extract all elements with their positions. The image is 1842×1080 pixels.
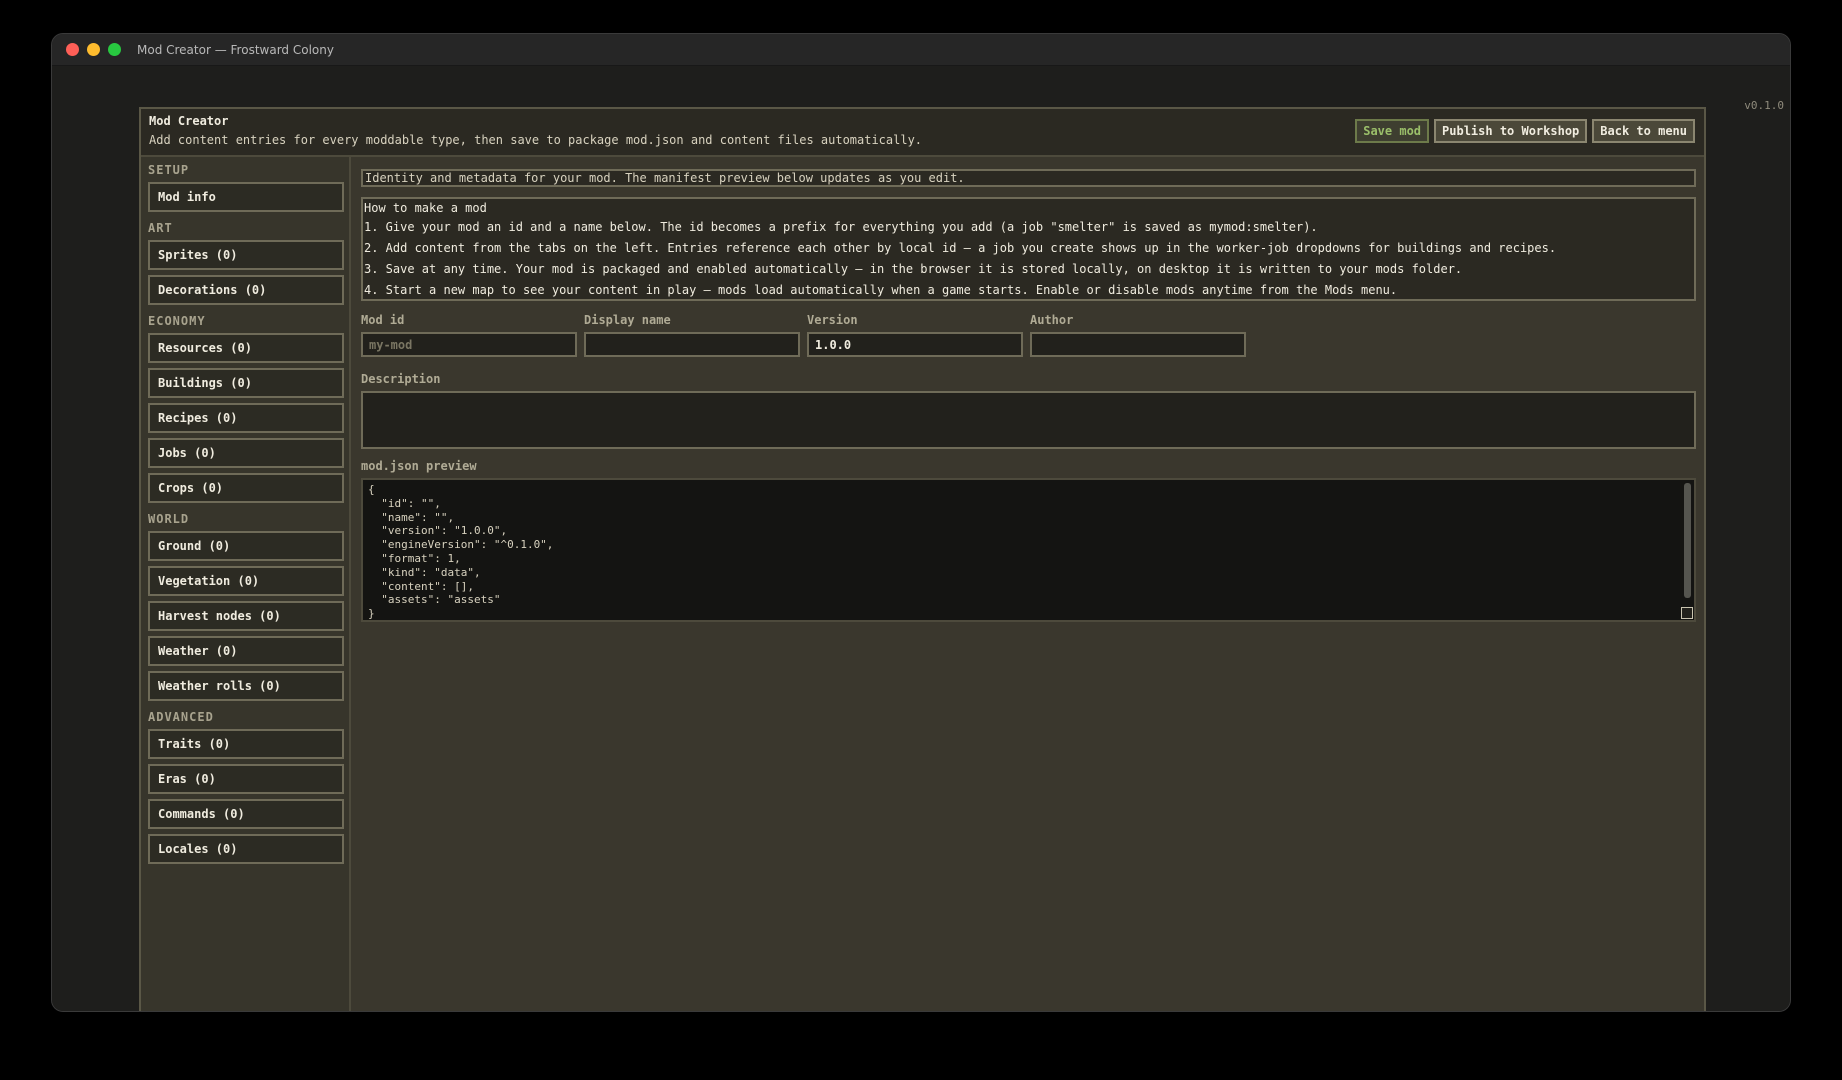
sidebar-item-harvest-nodes[interactable]: Harvest nodes (0) [148, 601, 344, 631]
version-label-text: Version [807, 313, 858, 327]
sidebar: SETUP Mod info ART Sprites (0) Decoratio… [141, 157, 351, 1011]
sidebar-item-recipes[interactable]: Recipes (0) [148, 403, 344, 433]
sidebar-item-locales[interactable]: Locales (0) [148, 834, 344, 864]
author-input[interactable] [1030, 332, 1246, 357]
mod-id-field-group: Mod id [361, 313, 577, 357]
sidebar-item-resources[interactable]: Resources (0) [148, 333, 344, 363]
code-line: "id": "", [368, 496, 441, 510]
code-line: { [368, 483, 375, 496]
save-mod-button[interactable]: Save mod [1355, 119, 1430, 143]
maximize-window-button[interactable] [108, 43, 121, 56]
sidebar-item-weather-rolls[interactable]: Weather rolls (0) [148, 671, 344, 701]
sidebar-item-decorations[interactable]: Decorations (0) [148, 275, 344, 305]
sidebar-group-art: ART [148, 221, 173, 235]
display-name-field-group: Display name [584, 313, 800, 357]
manifest-preview-code: { "id": "", "name": "", "version": "1.0.… [363, 480, 1694, 621]
display-name-label: Display name [584, 313, 671, 327]
sidebar-item-crops[interactable]: Crops (0) [148, 473, 344, 503]
manifest-preview-label: mod.json preview [361, 459, 477, 473]
author-field-group: Author [1030, 313, 1246, 357]
sidebar-item-mod-info[interactable]: Mod info [148, 182, 344, 212]
sidebar-item-traits[interactable]: Traits (0) [148, 729, 344, 759]
code-line: "assets": "assets" [368, 593, 501, 607]
author-label: Author [1030, 313, 1074, 327]
sidebar-group-world: WORLD [148, 512, 190, 526]
window-title: Mod Creator — Frostward Colony [137, 42, 334, 57]
mod-info-form: Identity and metadata for your mod. The … [361, 169, 1696, 622]
how-to-panel: How to make a mod 1. Give your mod an id… [361, 197, 1696, 301]
mod-creator-panel: Mod Creator Add content entries for ever… [139, 107, 1706, 1011]
version-input[interactable] [807, 332, 1023, 357]
code-line: "format": 1, [368, 551, 461, 565]
close-window-button[interactable] [66, 43, 79, 56]
mod-id-label: Mod id [361, 313, 405, 327]
minimize-window-button[interactable] [87, 43, 100, 56]
preview-scrollbar[interactable] [1684, 483, 1691, 598]
code-line: "kind": "data", [368, 565, 481, 579]
metadata-fields: Mod id Display name Version Author [361, 313, 1696, 357]
how-to-step: 2. Add content from the tabs on the left… [364, 241, 1557, 255]
sidebar-item-jobs[interactable]: Jobs (0) [148, 438, 344, 468]
back-to-menu-button[interactable]: Back to menu [1592, 119, 1695, 143]
how-to-step: 1. Give your mod an id and a name below.… [364, 220, 1318, 234]
description-field-group: Description [361, 372, 1696, 449]
code-line: "name": "", [368, 510, 455, 524]
sidebar-item-buildings[interactable]: Buildings (0) [148, 368, 344, 398]
window-content: v0.1.0 Mod Creator Add content entries f… [52, 66, 1790, 1011]
sidebar-item-eras[interactable]: Eras (0) [148, 764, 344, 794]
code-line: "content": [], [368, 579, 474, 593]
how-to-title: How to make a mod [364, 201, 487, 215]
window-controls [66, 43, 121, 56]
code-line: } [368, 607, 375, 621]
display-name-input[interactable] [584, 332, 800, 357]
how-to-step: 4. Start a new map to see your content i… [364, 283, 1398, 297]
description-label: Description [361, 372, 441, 386]
how-to-step: 3. Save at any time. Your mod is package… [364, 262, 1463, 276]
sidebar-item-ground[interactable]: Ground (0) [148, 531, 344, 561]
sidebar-item-sprites[interactable]: Sprites (0) [148, 240, 344, 270]
publish-to-workshop-button[interactable]: Publish to Workshop [1434, 119, 1588, 143]
version-label: v0.1.0 [1744, 99, 1784, 112]
sidebar-item-commands[interactable]: Commands (0) [148, 799, 344, 829]
intro-text: Identity and metadata for your mod. The … [361, 169, 1696, 187]
manifest-preview[interactable]: { "id": "", "name": "", "version": "1.0.… [361, 478, 1696, 622]
sidebar-item-weather[interactable]: Weather (0) [148, 636, 344, 666]
manifest-preview-group: mod.json preview { "id": "", "name": "",… [361, 459, 1696, 622]
code-line: "version": "1.0.0", [368, 524, 508, 538]
header-actions: Save mod Publish to Workshop Back to men… [1355, 119, 1695, 143]
app-window: Mod Creator — Frostward Colony v0.1.0 Mo… [51, 33, 1791, 1012]
mod-id-input[interactable] [361, 332, 577, 357]
sidebar-group-economy: ECONOMY [148, 314, 206, 328]
resize-handle-icon[interactable] [1681, 607, 1693, 619]
sidebar-group-setup: SETUP [148, 163, 190, 177]
title-bar: Mod Creator — Frostward Colony [52, 34, 1790, 66]
panel-header: Mod Creator Add content entries for ever… [141, 109, 1704, 157]
version-field-group: Version [807, 313, 1023, 357]
code-line: "engineVersion": "^0.1.0", [368, 538, 554, 552]
description-textarea[interactable] [361, 391, 1696, 449]
sidebar-item-vegetation[interactable]: Vegetation (0) [148, 566, 344, 596]
sidebar-group-advanced: ADVANCED [148, 710, 214, 724]
